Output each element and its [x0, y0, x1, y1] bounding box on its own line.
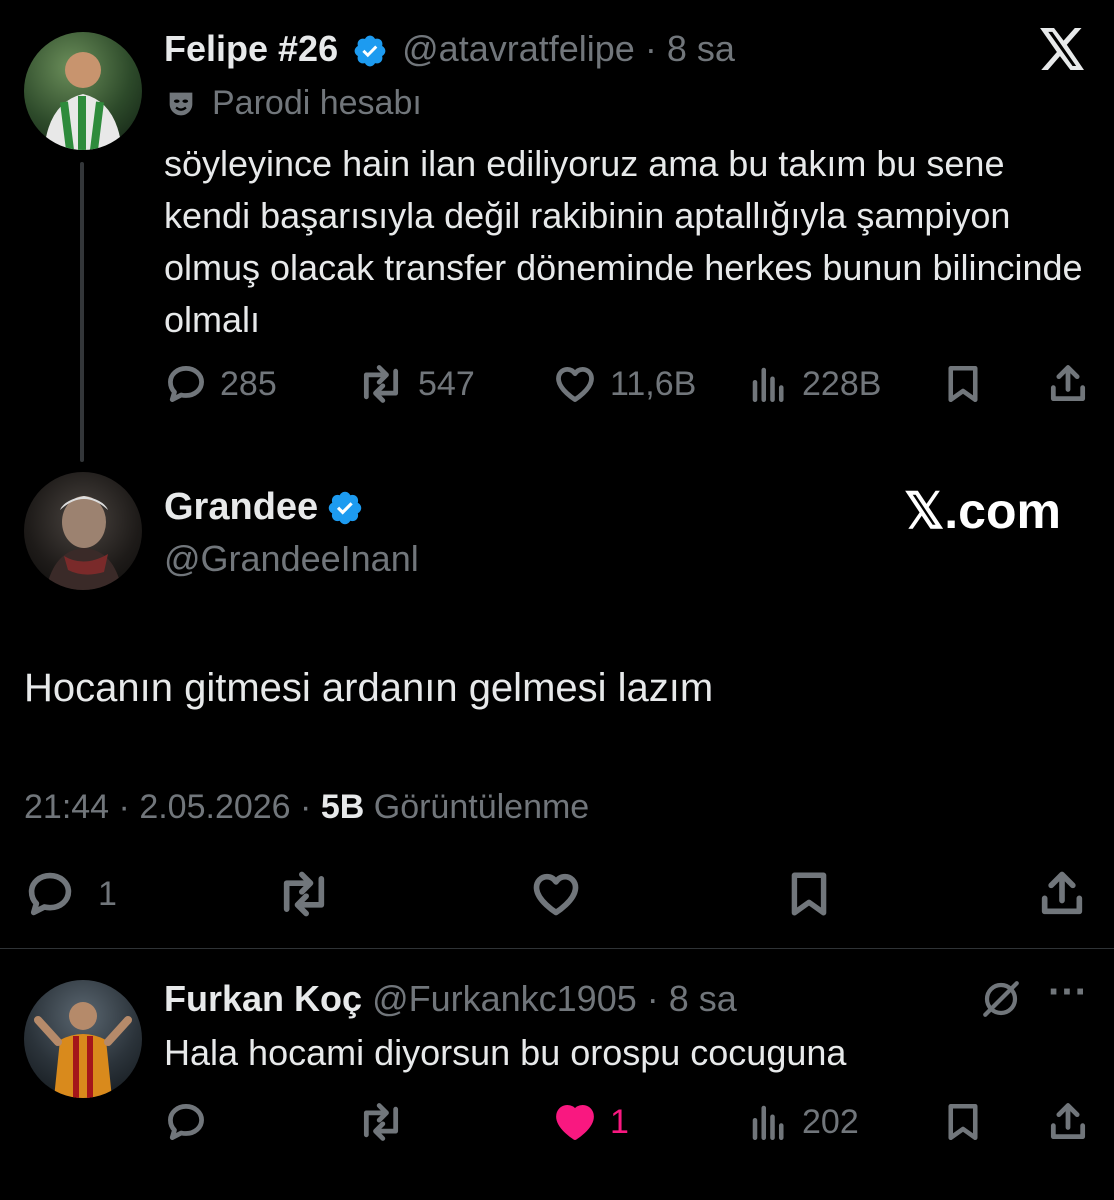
share-icon: [1041, 871, 1083, 915]
share-button[interactable]: [1046, 362, 1090, 406]
like-button[interactable]: [528, 868, 584, 920]
reply-icon: [168, 1104, 204, 1140]
avatar[interactable]: [24, 32, 142, 150]
separator: ·: [644, 28, 657, 69]
repost-button[interactable]: 547: [356, 362, 475, 406]
bookmark-icon: [791, 872, 827, 916]
separator: ·: [300, 788, 312, 826]
timestamp[interactable]: 8 sa: [667, 28, 735, 69]
views-count: 202: [802, 1102, 859, 1141]
thread-connector: [80, 162, 84, 462]
bookmark-button[interactable]: [942, 362, 984, 406]
views-button[interactable]: 228B: [748, 362, 881, 406]
like-count: 1: [610, 1102, 629, 1141]
tweet1-header: Felipe #26 @atavratfelipe · 8 sa: [164, 28, 735, 70]
tweet-text: Hocanın gitmesi ardanın gelmesi lazım: [24, 666, 714, 710]
repost-button[interactable]: [356, 1100, 406, 1144]
handle[interactable]: @atavratfelipe: [402, 28, 635, 69]
reply-icon: [168, 366, 204, 402]
views-label: Görüntülenme: [373, 788, 590, 826]
more-icon[interactable]: ···: [1048, 970, 1088, 1015]
divider: [0, 948, 1114, 949]
reply-button[interactable]: [164, 1100, 208, 1144]
repost-button[interactable]: [274, 868, 334, 920]
reply-icon: [28, 872, 72, 916]
xcom-watermark: 𝕏.com: [904, 483, 1061, 539]
views-count: 228B: [802, 364, 882, 403]
handle[interactable]: @GrandeeInanl: [164, 538, 419, 580]
timestamp[interactable]: 8 sa: [669, 978, 737, 1019]
display-name[interactable]: Felipe #26: [164, 28, 338, 69]
verified-badge-icon: [352, 33, 388, 69]
tweet3-header: Furkan Koç @Furkankc1905 · 8 sa: [164, 978, 737, 1020]
share-icon: [1050, 365, 1086, 402]
handle[interactable]: @Furkankc1905: [372, 978, 637, 1019]
share-button[interactable]: [1046, 1100, 1090, 1144]
bookmark-icon: [948, 365, 978, 403]
separator: ·: [646, 978, 659, 1019]
parody-text: Parodi hesabı: [212, 84, 422, 122]
x-logo-icon: [1040, 28, 1086, 70]
tweet-meta: 21:44 · 2.05.2026 · 5B Görüntülenme: [24, 788, 589, 827]
reply-button[interactable]: 285: [164, 362, 277, 406]
views-button[interactable]: 202: [748, 1100, 859, 1144]
tweet-date[interactable]: 2.05.2026: [139, 788, 290, 826]
views-icon: [752, 1105, 784, 1141]
repost-icon: [363, 1103, 399, 1141]
repost-count: 547: [418, 364, 475, 403]
separator: ·: [118, 788, 130, 826]
tweet-text: Hala hocami diyorsun bu orospu cocuguna: [164, 1032, 847, 1073]
grok-icon[interactable]: [980, 978, 1022, 1020]
repost-icon: [363, 365, 399, 403]
avatar[interactable]: [24, 980, 142, 1098]
like-count: 11,6B: [610, 364, 697, 403]
repost-icon: [283, 871, 325, 917]
display-name[interactable]: Grandee: [164, 486, 318, 529]
like-icon: [556, 366, 594, 402]
views-count: 5B: [320, 788, 365, 826]
tweet-time[interactable]: 21:44: [24, 788, 109, 826]
parody-label: Parodi hesabı: [164, 84, 422, 123]
views-icon: [752, 367, 784, 403]
parody-mask-icon: [164, 87, 198, 121]
like-icon: [533, 873, 579, 916]
reply-count: 285: [220, 364, 277, 403]
bookmark-button[interactable]: [784, 868, 834, 920]
like-button[interactable]: 11,6B: [552, 362, 696, 406]
share-icon: [1050, 1103, 1086, 1140]
bookmark-icon: [948, 1103, 978, 1141]
share-button[interactable]: [1036, 868, 1088, 920]
like-button[interactable]: 1: [552, 1100, 629, 1144]
display-name[interactable]: Furkan Koç: [164, 978, 362, 1019]
tweet-text: söyleyince hain ilan ediliyoruz ama bu t…: [164, 143, 1083, 340]
like-icon: [556, 1104, 594, 1140]
verified-badge-icon: [326, 489, 364, 527]
reply-button[interactable]: 1: [24, 868, 117, 920]
reply-count: 1: [98, 874, 117, 913]
avatar[interactable]: [24, 472, 142, 590]
bookmark-button[interactable]: [942, 1100, 984, 1144]
tweet2-name-row: Grandee: [164, 486, 364, 529]
